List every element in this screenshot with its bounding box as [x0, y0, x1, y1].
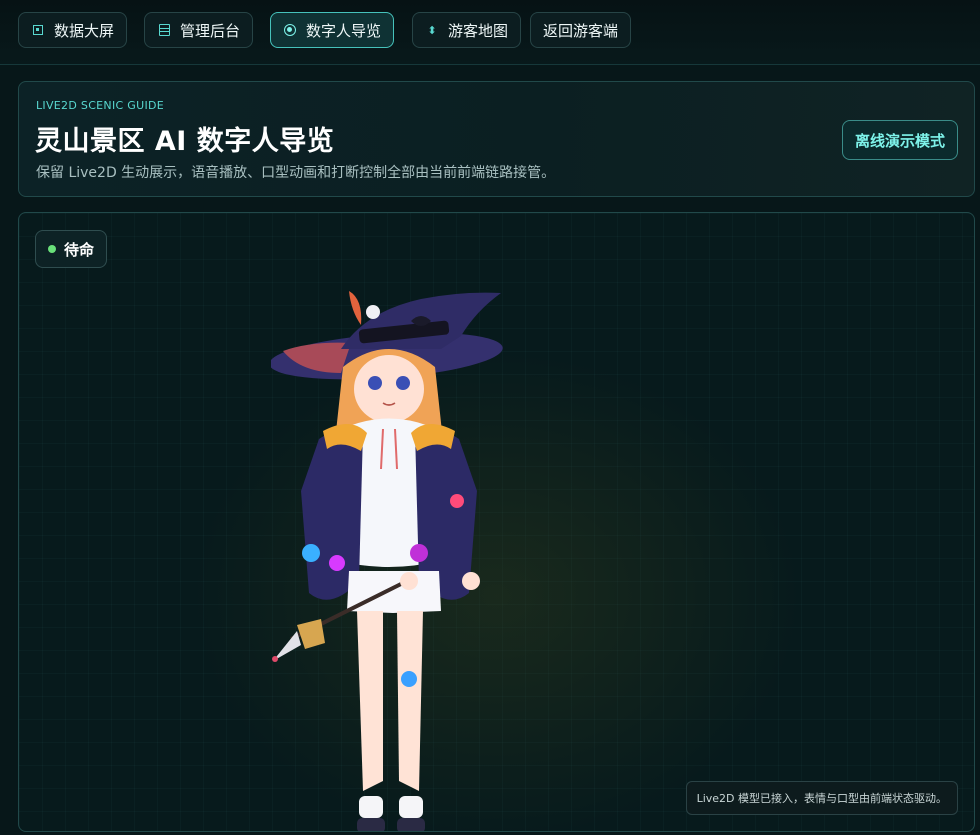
offline-demo-mode-button[interactable]: 离线演示模式 — [841, 120, 958, 160]
status-badge: 待命 — [35, 230, 108, 268]
nav-dashboard-label: 数据大屏 — [54, 21, 115, 40]
nav-digital-guide-label: 数字人导览 — [306, 21, 382, 40]
status-dot-icon — [48, 245, 56, 253]
nav-admin-button[interactable]: 管理后台 — [144, 12, 254, 48]
top-navigation: 数据大屏 管理后台 数字人导览 ⬍ 游客地图 返回游客端 — [0, 0, 980, 65]
dashboard-square-icon — [31, 23, 45, 37]
radio-target-icon — [283, 23, 297, 37]
nav-digital-guide-button[interactable]: 数字人导览 — [270, 12, 395, 48]
page-title: 灵山景区 AI 数字人导览 — [35, 126, 335, 157]
guide-header-panel: LIVE2D SCENIC GUIDE 灵山景区 AI 数字人导览 保留 Liv… — [18, 81, 975, 197]
nav-visitor-map-label: 游客地图 — [448, 21, 509, 40]
diamond-arrows-icon: ⬍ — [427, 23, 437, 37]
status-label: 待命 — [64, 240, 95, 259]
nav-admin-label: 管理后台 — [180, 21, 241, 40]
page-subtitle: 保留 Live2D 生动展示，语音播放、口型动画和打断控制全部由当前前端链路接管… — [36, 165, 556, 181]
live2d-stage: 待命 Live2D 模型已接入，表情与口型由前端状态驱动。 — [18, 212, 975, 832]
live2d-status-caption: Live2D 模型已接入，表情与口型由前端状态驱动。 — [685, 781, 958, 815]
list-icon — [157, 23, 171, 37]
live2d-avatar[interactable] — [271, 281, 616, 832]
nav-back-to-visitor-button[interactable]: 返回游客端 — [530, 12, 632, 48]
nav-visitor-map-button[interactable]: ⬍ 游客地图 — [412, 12, 522, 48]
nav-back-to-visitor-label: 返回游客端 — [543, 21, 619, 40]
eyebrow-label: LIVE2D SCENIC GUIDE — [36, 99, 165, 112]
nav-dashboard-button[interactable]: 数据大屏 — [18, 12, 128, 48]
